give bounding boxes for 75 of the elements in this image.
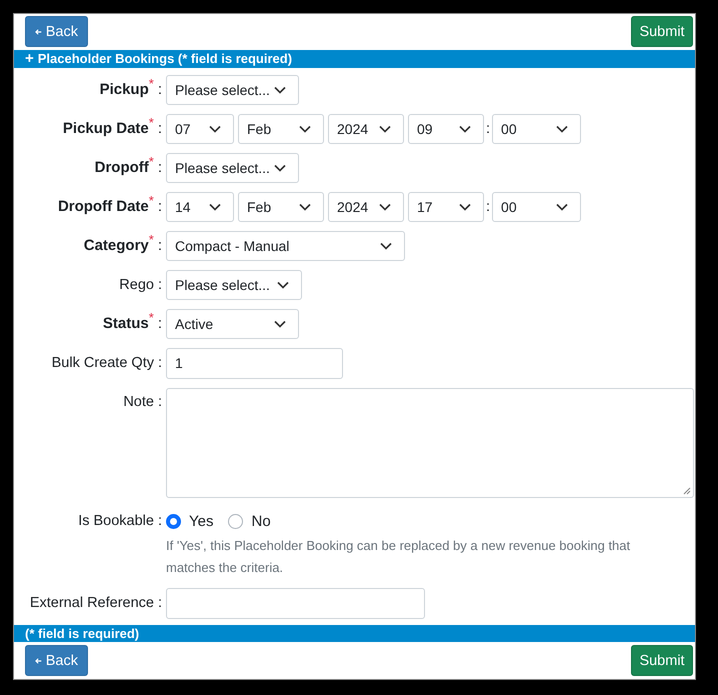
chevron-down-icon [299,124,311,132]
label-separator: : [158,276,162,292]
required-mark: * [148,76,154,90]
select-dropdown[interactable]: Please select... [166,270,302,300]
select-dropdown[interactable]: 09 [408,114,484,144]
field-label: Dropoff [94,159,149,176]
select-dropdown[interactable]: 00 [492,114,582,144]
chevron-down-icon [379,202,391,210]
label-separator: : [158,81,162,98]
field-label: Rego [119,276,154,292]
radio-button[interactable] [166,514,181,528]
field-label: Status [102,315,149,332]
field-label: Pickup Date [62,120,149,137]
chevron-down-icon [299,202,311,210]
select-dropdown[interactable]: 14 [166,192,234,222]
select-dropdown[interactable]: 00 [492,192,582,222]
label-separator: : [158,315,162,332]
label-separator: : [158,198,162,215]
chevron-down-icon [379,124,391,132]
chevron-down-icon [277,280,289,288]
time-separator: : [486,120,490,136]
back-button[interactable]: Back [25,16,88,47]
required-mark: * [148,232,154,246]
field-label: Dropoff Date [58,198,149,215]
chevron-down-icon [274,86,286,94]
required-mark: * [148,114,154,130]
label-separator: : [158,120,162,137]
select-dropdown[interactable]: Active [166,308,299,338]
label-separator: : [158,512,162,528]
chevron-down-icon [274,164,286,172]
label-separator: : [158,595,162,611]
submit-button[interactable]: Submit [631,16,693,47]
radio-option[interactable]: Yes [166,512,214,530]
back-button[interactable]: Back [25,645,88,676]
chevron-down-icon [556,124,568,132]
field-label: Pickup [100,81,149,98]
select-dropdown[interactable]: Feb [238,192,324,222]
section-title: Placeholder Bookings (* field is required) [38,51,292,66]
select-dropdown[interactable]: Compact - Manual [166,230,405,260]
chevron-down-icon [274,320,286,328]
select-dropdown[interactable]: Please select... [166,152,299,182]
resize-grip-icon [683,486,691,494]
required-note: (* field is required) [25,626,140,641]
select-dropdown[interactable]: 17 [408,192,484,222]
field-label: Bulk Create Qty [52,355,154,371]
chevron-down-icon [380,242,392,250]
radio-option[interactable]: No [228,512,271,530]
label-separator: : [158,355,162,371]
label-separator: : [158,159,162,176]
time-separator: : [486,198,490,214]
submit-button[interactable]: Submit [631,645,693,676]
field-label: External Reference [30,595,154,611]
select-dropdown[interactable]: Feb [238,114,324,144]
select-dropdown[interactable]: 07 [166,114,234,144]
field-label: Is Bookable [78,512,154,528]
chevron-down-icon [556,202,568,210]
label-separator: : [158,237,162,254]
input-field[interactable]: 1 [166,348,343,378]
chevron-down-icon [209,202,221,210]
select-dropdown[interactable]: 2024 [328,114,404,144]
field-label: Note [123,394,154,410]
chevron-down-icon [209,124,221,132]
required-mark: * [148,154,154,168]
input-field[interactable] [166,588,425,618]
chevron-down-icon [459,202,471,210]
select-dropdown[interactable]: 2024 [328,192,404,222]
plus-icon: + [25,50,34,68]
required-mark: * [148,310,154,324]
radio-button[interactable] [228,514,244,528]
required-mark: * [148,192,154,208]
help-text: If 'Yes', this Placeholder Booking can be replaced by a new revenue booking that matches the criteria. [166,536,632,576]
select-dropdown[interactable]: Please select... [166,74,299,104]
chevron-down-icon [459,124,471,132]
field-label: Category [84,237,149,254]
label-separator: : [158,394,162,410]
